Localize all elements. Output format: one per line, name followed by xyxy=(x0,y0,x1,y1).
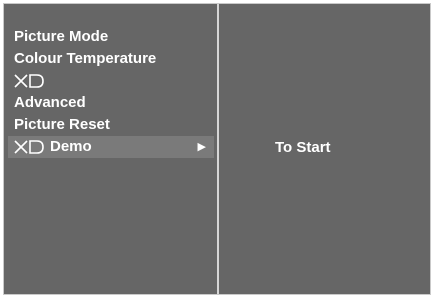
menu-item-xd-demo[interactable]: Demo ▶ xyxy=(8,136,214,158)
menu-item-label: Picture Reset xyxy=(14,116,110,133)
submenu-item-to-start[interactable]: To Start xyxy=(275,137,331,159)
menu-item-label: Demo xyxy=(50,138,92,156)
menu-item-picture-reset[interactable]: Picture Reset xyxy=(8,114,214,136)
submenu-item-label: To Start xyxy=(275,139,331,156)
xd-logo-icon xyxy=(14,74,44,88)
menu-item-label: Picture Mode xyxy=(14,28,109,45)
submenu-pane: To Start xyxy=(219,4,430,294)
menu-item-label: Colour Temperature xyxy=(14,50,157,67)
menu-item-advanced[interactable]: Advanced xyxy=(8,92,214,114)
xd-logo-icon xyxy=(14,140,44,154)
menu-item-label: Advanced xyxy=(14,94,86,111)
picture-menu-osd: Picture Mode Colour Temperature Advanced… xyxy=(3,3,431,295)
arrow-right-icon: ▶ xyxy=(197,141,206,153)
menu-item-colour-temperature[interactable]: Colour Temperature xyxy=(8,48,214,70)
menu-list: Picture Mode Colour Temperature Advanced… xyxy=(4,4,217,294)
menu-item-xd[interactable] xyxy=(8,70,214,92)
menu-item-picture-mode[interactable]: Picture Mode xyxy=(8,26,214,48)
